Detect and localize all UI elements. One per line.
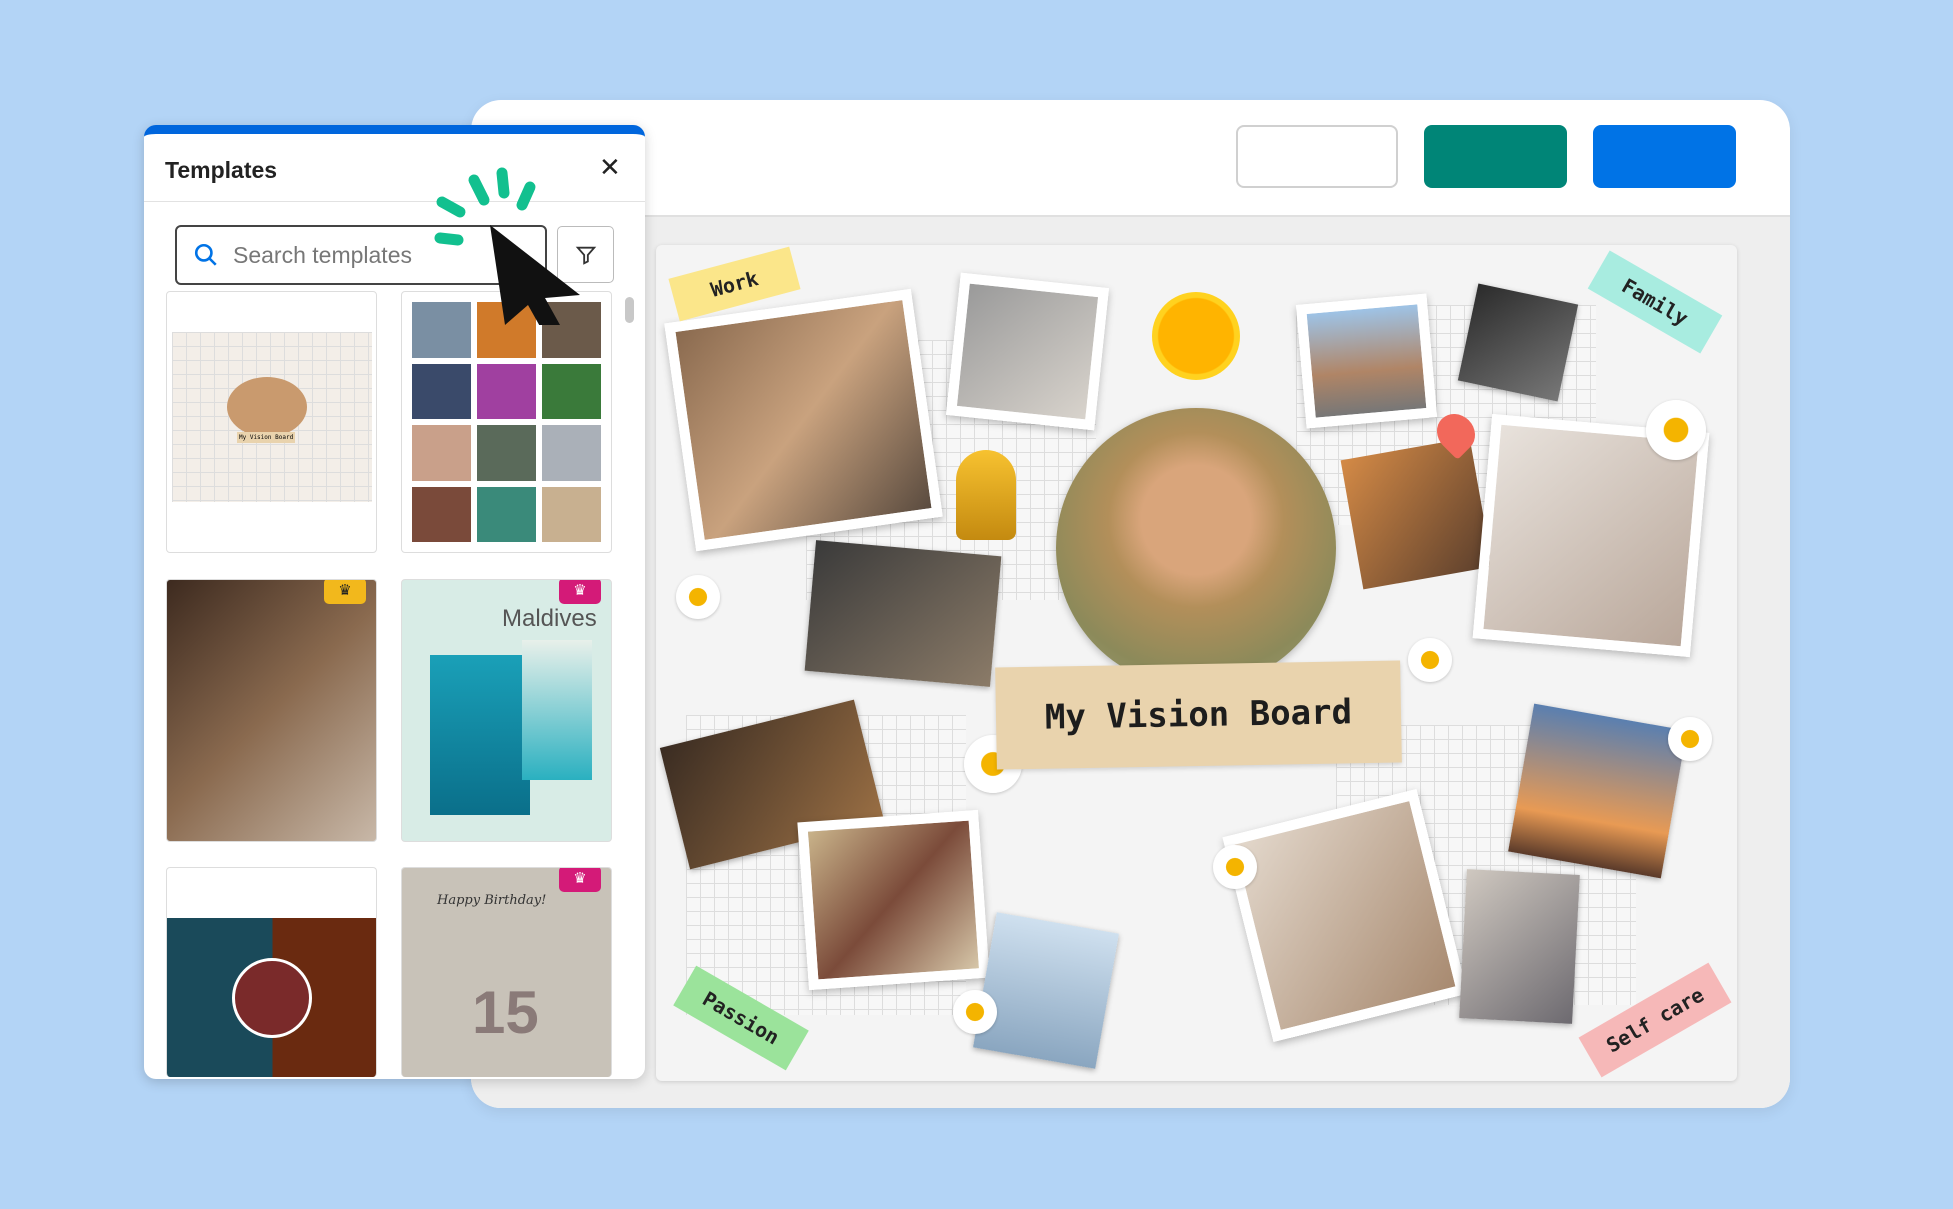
daisy-sticker[interactable] xyxy=(676,575,720,619)
photo-money[interactable] xyxy=(945,272,1110,431)
template-card-maldives[interactable]: ♛ Maldives xyxy=(401,579,612,842)
toolbar-button-teal[interactable] xyxy=(1424,125,1567,188)
toolbar-button-primary[interactable] xyxy=(1593,125,1736,188)
board-title: My Vision Board xyxy=(1044,692,1353,738)
template-card-portrait-grid[interactable] xyxy=(401,291,612,553)
photo-meeting[interactable] xyxy=(664,288,943,552)
photo-yoga[interactable] xyxy=(1508,703,1687,879)
template-text: Happy Birthday! xyxy=(437,893,547,908)
daisy-sticker[interactable] xyxy=(1646,400,1706,460)
design-canvas[interactable]: My Vision Board Work Family Passion Self… xyxy=(656,245,1737,1081)
photo-dog[interactable] xyxy=(1457,283,1579,402)
photo-woman-circle[interactable] xyxy=(1056,408,1336,688)
template-card-brown-moodboard[interactable]: ♛ xyxy=(166,579,377,842)
daisy-sticker[interactable] xyxy=(1668,717,1712,761)
daisy-sticker[interactable] xyxy=(1213,845,1257,889)
label-family[interactable]: Family xyxy=(1587,250,1723,354)
daisy-sticker[interactable] xyxy=(1408,638,1452,682)
label-text: Family xyxy=(1617,273,1693,331)
photo-skater[interactable] xyxy=(973,912,1119,1069)
label-text: Work xyxy=(708,266,761,302)
template-card-birthday[interactable]: ♛ Happy Birthday! 15 xyxy=(401,867,612,1077)
template-card-vision-board[interactable]: My Vision Board xyxy=(166,291,377,553)
photo-candles[interactable] xyxy=(1459,869,1580,1024)
template-card-ocean-fire[interactable] xyxy=(166,867,377,1077)
photo-couple[interactable] xyxy=(1340,437,1493,590)
cursor-click-icon xyxy=(434,167,580,325)
search-placeholder: Search templates xyxy=(233,241,412,268)
template-text: Maldives xyxy=(502,605,597,632)
scrollbar-thumb[interactable] xyxy=(625,297,634,323)
board-title-banner[interactable]: My Vision Board xyxy=(995,660,1402,770)
trophy-sticker[interactable] xyxy=(956,450,1016,540)
daisy-sticker[interactable] xyxy=(953,990,997,1034)
guitar-sticker[interactable] xyxy=(1216,955,1256,995)
close-icon[interactable]: ✕ xyxy=(599,152,621,183)
sun-sticker[interactable] xyxy=(1152,292,1240,380)
photo-paint[interactable] xyxy=(797,809,990,991)
photo-band[interactable] xyxy=(804,540,1002,687)
search-icon xyxy=(194,243,217,266)
toolbar-button-secondary[interactable] xyxy=(1236,125,1398,188)
crown-icon: ♛ xyxy=(559,868,601,892)
template-text: My Vision Board xyxy=(237,432,296,443)
crown-icon: ♛ xyxy=(324,580,366,604)
template-number: 15 xyxy=(472,979,539,1046)
editor-window: My Vision Board Work Family Passion Self… xyxy=(471,100,1790,1108)
crown-icon: ♛ xyxy=(559,580,601,604)
panel-title: Templates xyxy=(165,157,278,183)
photo-house[interactable] xyxy=(1295,293,1438,429)
